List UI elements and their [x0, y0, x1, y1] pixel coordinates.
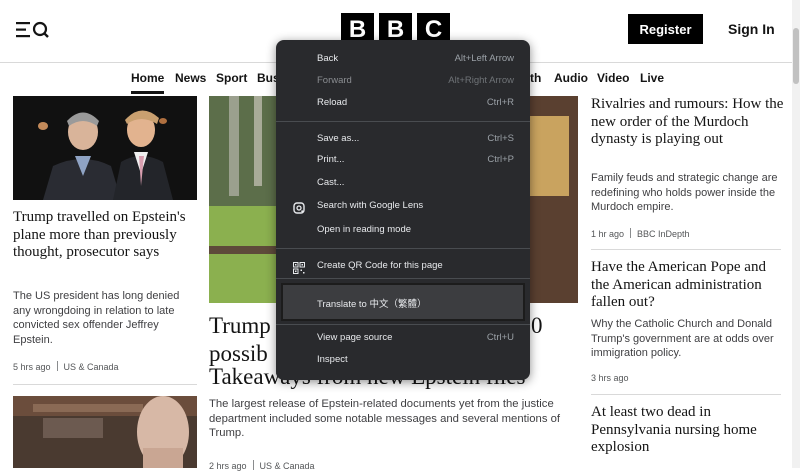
- ctx-shortcut: Ctrl+U: [486, 332, 514, 343]
- nav-item-audio[interactable]: Audio: [554, 71, 588, 85]
- ctx-item-google-lens[interactable]: Search with Google Lens: [276, 196, 530, 218]
- ctx-item-back[interactable]: Back Alt+Left Arrow: [276, 49, 530, 71]
- article-headline[interactable]: At least two dead in Pennsylvania nursin…: [591, 404, 786, 457]
- article-headline[interactable]: Have the American Pope and the American …: [591, 259, 786, 312]
- ctx-item-reload[interactable]: Reload Ctrl+R: [276, 93, 530, 115]
- main-article-summary: The largest release of Epstein-related d…: [209, 398, 561, 439]
- ctx-label: Forward: [317, 75, 352, 86]
- nav-item-live[interactable]: Live: [640, 71, 664, 85]
- article-meta: 5 hrs ago US & Canada: [13, 361, 119, 372]
- ctx-shortcut: Ctrl+S: [487, 133, 514, 144]
- ctx-item-qr-code[interactable]: Create QR Code for this page: [276, 256, 530, 278]
- ctx-label: Inspect: [317, 354, 348, 365]
- ctx-separator: [276, 248, 530, 249]
- browser-context-menu: Back Alt+Left Arrow Forward Alt+Right Ar…: [276, 40, 530, 380]
- article-headline[interactable]: Trump travelled on Epstein's plane more …: [13, 209, 201, 262]
- ctx-shortcut: Alt+Right Arrow: [448, 75, 514, 86]
- article-summary: Family feuds and strategic change are re…: [591, 172, 778, 213]
- ctx-item-reading-mode[interactable]: Open in reading mode: [276, 220, 530, 242]
- ctx-label: Back: [317, 53, 339, 64]
- article-image-trump-epstein[interactable]: [13, 96, 197, 200]
- register-button[interactable]: Register: [628, 14, 703, 44]
- ctx-label: Cast...: [317, 177, 345, 188]
- ctx-separator: [276, 278, 530, 279]
- ctx-label: Print...: [317, 154, 345, 165]
- article-time: 2 hrs ago: [209, 461, 247, 471]
- ctx-item-cast[interactable]: Cast...: [276, 173, 530, 195]
- ctx-label: Save as...: [317, 133, 360, 144]
- ctx-label: Reload: [317, 97, 348, 108]
- article-image-second[interactable]: [13, 396, 197, 468]
- nav-item-home[interactable]: Home: [131, 71, 165, 94]
- nav-item-sport[interactable]: Sport: [216, 71, 247, 85]
- ctx-item-translate[interactable]: Translate to 中文（繁體）: [281, 283, 525, 321]
- menu-search-icon[interactable]: [16, 19, 50, 41]
- page-scrollbar[interactable]: [792, 0, 800, 468]
- ctx-item-inspect[interactable]: Inspect: [276, 350, 530, 372]
- ctx-separator: [276, 324, 530, 325]
- article-time: 5 hrs ago: [13, 362, 51, 372]
- ctx-label: Open in reading mode: [317, 224, 412, 235]
- divider: [591, 394, 781, 395]
- article-summary: Why the Catholic Church and Donald Trump…: [591, 318, 774, 359]
- article-time: 3 hrs ago: [591, 373, 629, 383]
- google-lens-icon: [293, 201, 305, 214]
- meta-separator: [56, 361, 58, 371]
- ctx-item-save-as[interactable]: Save as... Ctrl+S: [276, 129, 530, 151]
- article-section[interactable]: US & Canada: [64, 362, 119, 372]
- meta-separator: [630, 228, 632, 238]
- ctx-shortcut: Alt+Left Arrow: [454, 53, 514, 64]
- article-section[interactable]: BBC InDepth: [637, 229, 690, 239]
- ctx-label: Create QR Code for this page: [317, 260, 443, 271]
- article-meta: 3 hrs ago: [591, 373, 629, 383]
- ctx-item-print[interactable]: Print... Ctrl+P: [276, 150, 530, 172]
- ctx-label: Translate to 中文（繁體）: [317, 299, 427, 310]
- ctx-separator: [276, 121, 530, 122]
- ctx-label: Search with Google Lens: [317, 200, 424, 211]
- nav-item-video[interactable]: Video: [597, 71, 629, 85]
- ctx-item-forward[interactable]: Forward Alt+Right Arrow: [276, 71, 530, 93]
- article-summary: The US president has long denied any wro…: [13, 290, 180, 346]
- ctx-shortcut: Ctrl+R: [486, 97, 514, 108]
- ctx-item-view-source[interactable]: View page source Ctrl+U: [276, 328, 530, 350]
- sign-in-link[interactable]: Sign In: [728, 21, 775, 37]
- divider: [591, 249, 781, 250]
- nav-item-news[interactable]: News: [175, 71, 206, 85]
- main-article-meta: 2 hrs ago US & Canada: [209, 460, 315, 471]
- divider: [13, 384, 197, 385]
- article-section[interactable]: US & Canada: [260, 461, 315, 471]
- ctx-label: View page source: [317, 332, 393, 343]
- qr-code-icon: [293, 261, 305, 274]
- article-headline[interactable]: Rivalries and rumours: How the new order…: [591, 96, 786, 149]
- article-meta: 1 hr ago BBC InDepth: [591, 228, 690, 239]
- nav-item-earth[interactable]: th: [530, 71, 541, 85]
- ctx-shortcut: Ctrl+P: [487, 154, 514, 165]
- meta-separator: [252, 460, 254, 470]
- main-headline-fragment[interactable]: 0: [531, 311, 551, 340]
- scrollbar-thumb[interactable]: [793, 28, 799, 84]
- article-time: 1 hr ago: [591, 229, 625, 239]
